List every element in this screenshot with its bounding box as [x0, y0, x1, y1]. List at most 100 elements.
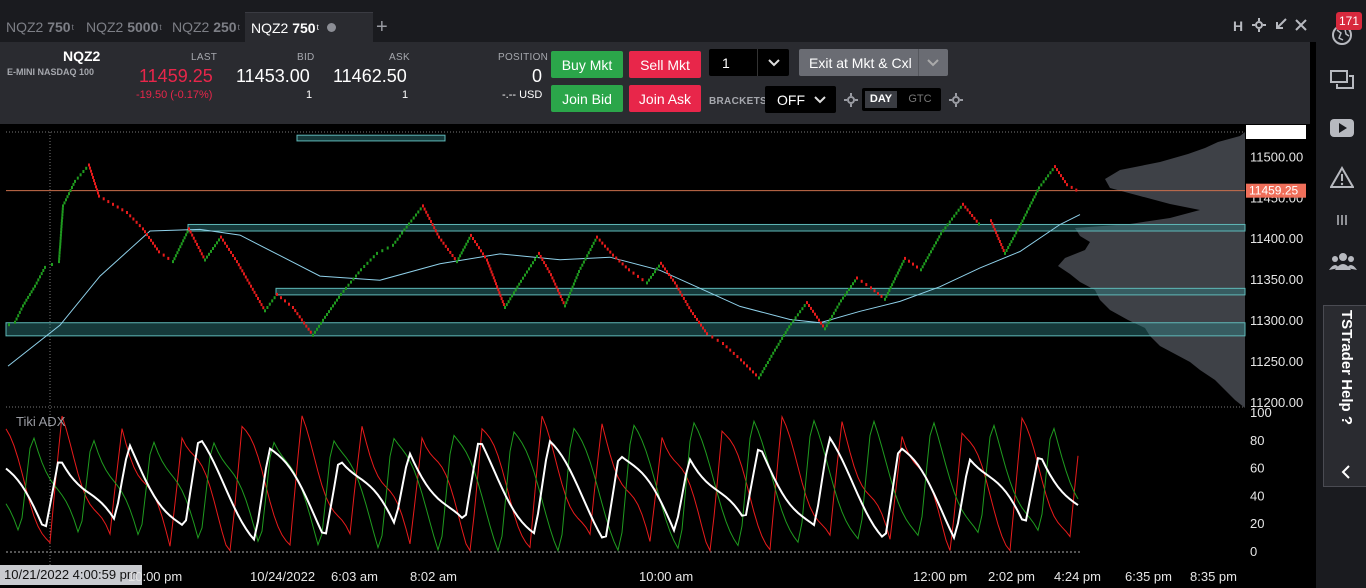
renko-brick-down — [672, 278, 674, 282]
renko-brick-down — [1060, 174, 1062, 178]
help-label[interactable]: TSTrader Help ? — [1331, 310, 1355, 450]
renko-brick-down — [487, 261, 490, 265]
renko-brick-down — [243, 272, 245, 276]
renko-brick-up — [844, 293, 846, 297]
renko-brick-up — [765, 364, 768, 368]
price-chart[interactable]: 11530.9011500.0011450.0011400.0011350.00… — [0, 124, 1310, 565]
time-tick: 6:03 am — [331, 569, 378, 584]
renko-brick-down — [121, 208, 124, 212]
duration-day-option[interactable]: DAY — [865, 91, 897, 108]
brackets-gear-icon[interactable] — [844, 93, 858, 112]
tab-chart-3[interactable]: NQZ2 250 t — [166, 12, 246, 42]
renko-brick-down — [740, 358, 742, 362]
renko-brick-down — [239, 266, 242, 270]
renko-brick-down — [431, 223, 434, 227]
chevron-left-icon[interactable] — [1336, 465, 1356, 482]
renko-brick-down — [660, 261, 662, 265]
renko-brick-up — [32, 287, 35, 291]
exit-market-cancel-button[interactable]: Exit at Mkt & Cxl — [799, 49, 948, 76]
renko-brick-up — [786, 328, 789, 332]
renko-brick-up — [206, 255, 208, 259]
duration-gear-icon[interactable] — [949, 93, 963, 112]
renko-brick-up — [953, 214, 956, 218]
time-tick: 12:00 pm — [913, 569, 968, 584]
renko-brick-down — [244, 275, 247, 279]
duration-gtc-option[interactable]: GTC — [904, 91, 936, 108]
chart-area[interactable]: 11530.9011500.0011450.0011400.0011350.00… — [0, 124, 1310, 565]
tab-chart-active[interactable]: NQZ2 750 t — [245, 12, 373, 42]
renko-brick-down — [230, 250, 232, 254]
tab-chart-2[interactable]: NQZ2 5000 t — [80, 12, 168, 42]
renko-brick-down — [478, 246, 480, 250]
renko-brick-up — [466, 239, 469, 243]
price-tick-label: 11300.00 — [1250, 313, 1303, 328]
price-axis[interactable]: 11530.9011500.0011450.0011400.0011350.00… — [1250, 124, 1303, 410]
ask-price: 11462.50 — [333, 66, 407, 86]
price-zone[interactable] — [296, 134, 446, 142]
quantity-value: 1 — [722, 54, 730, 71]
renko-brick-up — [216, 241, 218, 245]
renko-brick-down — [442, 241, 445, 245]
renko-brick-down — [1001, 246, 1004, 249]
renko-brick-down — [880, 294, 883, 298]
tab-close-dot-icon[interactable] — [326, 23, 336, 32]
renko-brick-down — [698, 320, 700, 324]
adx-axis[interactable]: 100 80 60 40 20 0 — [1250, 405, 1272, 559]
renko-brick-down — [702, 326, 704, 330]
tab-interval: 750 — [292, 19, 316, 36]
renko-brick-up — [930, 250, 932, 254]
renko-brick-down — [498, 291, 501, 295]
time-axis[interactable]: 10/21/2022 4:00:59 pm 10:00 pm 10/24/202… — [0, 565, 1310, 588]
renko-brick-down — [422, 204, 424, 208]
close-icon[interactable] — [1295, 18, 1307, 34]
price-zone[interactable] — [5, 322, 1246, 337]
renko-brick-down — [199, 249, 202, 253]
renko-brick-up — [314, 330, 316, 334]
buy-market-button[interactable]: Buy Mkt — [551, 51, 623, 78]
renko-brick-up — [1040, 183, 1043, 187]
renko-brick-down — [681, 293, 684, 297]
add-tab-button[interactable]: + — [376, 17, 388, 37]
renko-brick-up — [326, 313, 328, 316]
net-change: -19.50 (-0.17%) — [136, 89, 213, 101]
time-tick: 8:35 pm — [1190, 569, 1237, 584]
renko-brick-down — [188, 227, 190, 231]
bars-icon[interactable] — [1329, 214, 1355, 229]
warning-icon[interactable] — [1329, 166, 1355, 194]
chevron-down-icon — [768, 59, 780, 67]
community-icon[interactable] — [1329, 252, 1357, 276]
renko-brick-down — [559, 295, 562, 298]
renko-brick-up — [1021, 219, 1024, 223]
notification-badge[interactable]: 171 — [1336, 12, 1362, 30]
chat-icon[interactable] — [1329, 70, 1355, 96]
renko-brick-down — [255, 293, 258, 297]
renko-brick-up — [1008, 243, 1011, 247]
renko-brick-up — [363, 265, 366, 268]
renko-brick-up — [759, 373, 762, 377]
brackets-select[interactable]: OFF — [765, 86, 836, 113]
renko-brick-up — [62, 204, 64, 208]
price-zone[interactable] — [187, 223, 1246, 232]
gear-icon[interactable] — [1252, 18, 1266, 35]
renko-brick-down — [88, 163, 90, 167]
chevron-down-icon[interactable] — [927, 59, 939, 67]
renko-brick-up — [509, 297, 512, 301]
renko-brick-up — [1005, 249, 1008, 252]
join-ask-button[interactable]: Join Ask — [629, 85, 701, 112]
quantity-select[interactable]: 1 — [709, 49, 789, 76]
renko-brick-down — [662, 264, 664, 268]
time-tick: 10:00 am — [639, 569, 694, 584]
renko-brick-down — [716, 338, 719, 342]
hotkeys-button[interactable]: H — [1233, 18, 1243, 34]
renko-brick-down — [725, 345, 728, 349]
video-icon[interactable] — [1329, 119, 1355, 143]
renko-brick-down — [822, 324, 824, 328]
join-bid-button[interactable]: Join Bid — [551, 85, 623, 112]
renko-brick-down — [307, 327, 310, 331]
collapse-arrow-icon[interactable] — [1273, 18, 1287, 35]
renko-brick-down — [132, 217, 135, 221]
tab-chart-1[interactable]: NQZ2 750 t — [0, 12, 80, 42]
renko-brick-down — [200, 252, 203, 256]
price-zone[interactable] — [275, 287, 1246, 296]
sell-market-button[interactable]: Sell Mkt — [629, 51, 701, 78]
